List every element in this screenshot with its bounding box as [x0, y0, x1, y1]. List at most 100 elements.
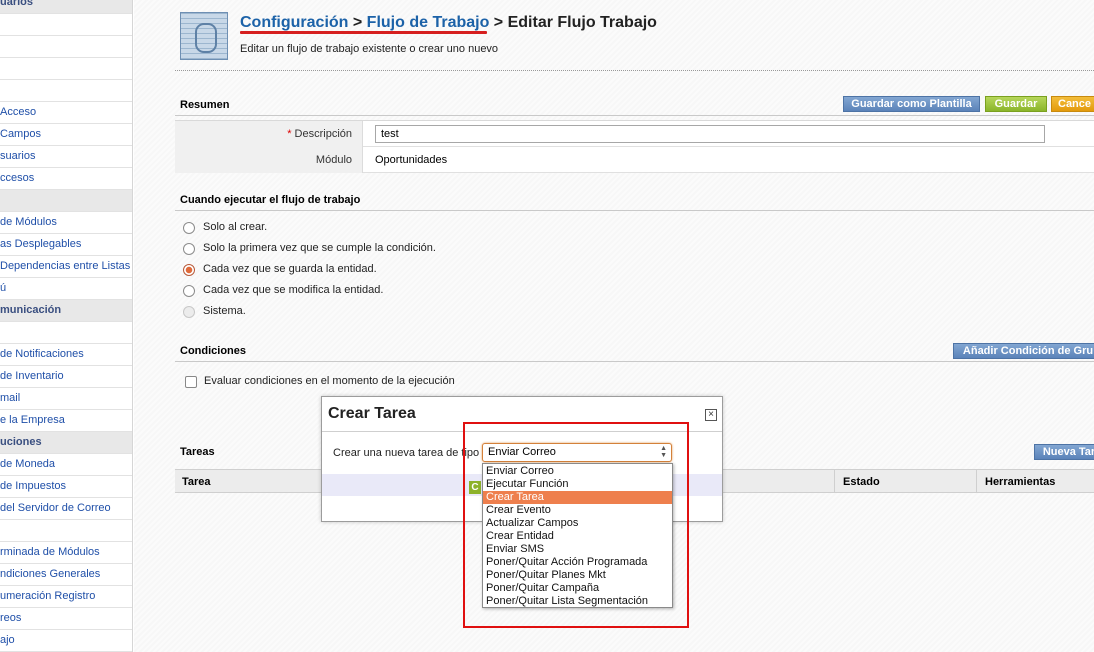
module-row: Módulo Oportunidades	[175, 147, 1094, 173]
save-as-template-button[interactable]: Guardar como Plantilla	[843, 96, 980, 112]
column-header-estado: Estado	[843, 476, 880, 488]
section-divider	[175, 210, 1094, 211]
execution-option-label: Cada vez que se guarda la entidad.	[203, 263, 377, 275]
execution-option-radio[interactable]	[183, 285, 195, 297]
sidebar-item-label: reos	[0, 612, 22, 624]
sidebar-item[interactable]: mail	[0, 388, 132, 410]
title-underline-annotation	[240, 31, 487, 34]
sidebar-item-label: de Inventario	[0, 370, 64, 382]
description-label-text: Descripción	[294, 128, 352, 140]
cancel-button[interactable]: Cance	[1051, 96, 1094, 112]
breadcrumb-separator: >	[489, 14, 508, 31]
sidebar-item[interactable]: suarios	[0, 146, 132, 168]
description-input[interactable]	[375, 125, 1045, 143]
sidebar-item[interactable]: ajo	[0, 630, 132, 652]
sidebar-section-header: uarios	[0, 0, 132, 14]
sidebar-item-label: Dependencias entre Listas	[0, 260, 131, 272]
sidebar-item-label: suarios	[0, 150, 36, 162]
sidebar-section-header: municación	[0, 300, 132, 322]
execution-option-radio	[183, 306, 195, 318]
sidebar-item[interactable]: Acceso	[0, 102, 132, 124]
sidebar-item[interactable]: e la Empresa	[0, 410, 132, 432]
save-button[interactable]: Guardar	[985, 96, 1047, 112]
execution-option-radio[interactable]	[183, 264, 195, 276]
sidebar-item-label: e la Empresa	[0, 414, 65, 426]
breadcrumb-current: Editar Flujo Trabajo	[507, 14, 657, 31]
execution-option-label: Cada vez que se modifica la entidad.	[203, 284, 384, 296]
sidebar-item-label: ccesos	[0, 172, 35, 184]
sidebar-item[interactable]	[0, 58, 132, 80]
sidebar-item[interactable]: umeración Registro	[0, 586, 132, 608]
sidebar-item-label: de Impuestos	[0, 480, 67, 492]
column-header-herramientas: Herramientas	[985, 476, 1056, 488]
execution-option-radio[interactable]	[183, 243, 195, 255]
column-divider	[976, 470, 977, 492]
header-divider	[175, 70, 1094, 71]
sidebar-item[interactable]: ccesos	[0, 168, 132, 190]
sidebar-item-label: mail	[0, 392, 21, 404]
evaluate-conditions-label: Evaluar condiciones en el momento de la …	[204, 375, 455, 387]
summary-form: * Descripción Módulo Oportunidades	[175, 120, 1094, 173]
required-marker: *	[287, 128, 292, 140]
module-value: Oportunidades	[375, 154, 448, 166]
sidebar-item[interactable]: del Servidor de Correo	[0, 498, 132, 520]
sidebar-item[interactable]	[0, 520, 132, 542]
workflow-icon	[180, 12, 228, 60]
execution-option-label: Solo la primera vez que se cumple la con…	[203, 242, 436, 254]
highlight-annotation-box	[463, 422, 689, 628]
sidebar-item-label: de Moneda	[0, 458, 56, 470]
execution-option-radio[interactable]	[183, 222, 195, 234]
sidebar-item[interactable]: as Desplegables	[0, 234, 132, 256]
sidebar-item-label: ajo	[0, 634, 15, 646]
sidebar-item[interactable]: de Moneda	[0, 454, 132, 476]
sidebar-item[interactable]	[0, 80, 132, 102]
dialog-title: Crear Tarea	[328, 405, 416, 422]
execution-option-label: Solo al crear.	[203, 221, 268, 233]
breadcrumb-separator: >	[348, 14, 367, 31]
breadcrumb-flujo-de-trabajo[interactable]: Flujo de Trabajo	[367, 14, 490, 31]
evaluate-conditions-checkbox[interactable]	[185, 376, 197, 388]
sidebar-item-label: rminada de Módulos	[0, 546, 100, 558]
sidebar-section-header	[0, 190, 132, 212]
sidebar-item[interactable]: ú	[0, 278, 132, 300]
column-divider	[834, 470, 835, 492]
description-row: * Descripción	[175, 121, 1094, 147]
task-type-label: Crear una nueva tarea de tipo	[333, 447, 480, 459]
sidebar-item-label: umeración Registro	[0, 590, 96, 602]
sidebar-item[interactable]: Dependencias entre Listas	[0, 256, 132, 278]
sidebar-item-label: as Desplegables	[0, 238, 82, 250]
page-subtitle: Editar un flujo de trabajo existente o c…	[240, 43, 499, 55]
sidebar-item[interactable]: de Notificaciones	[0, 344, 132, 366]
sidebar-item-label: ú	[0, 282, 7, 294]
sidebar-item[interactable]: de Impuestos	[0, 476, 132, 498]
sidebar-item[interactable]: de Inventario	[0, 366, 132, 388]
section-title-condiciones: Condiciones	[180, 345, 247, 357]
sidebar-item[interactable]: reos	[0, 608, 132, 630]
sidebar-item[interactable]	[0, 322, 132, 344]
sidebar-item[interactable]: ndiciones Generales	[0, 564, 132, 586]
sidebar-section-header: uciones	[0, 432, 132, 454]
add-condition-group-button[interactable]: Añadir Condición de Gru	[953, 343, 1094, 359]
sidebar-item-label: de Notificaciones	[0, 348, 84, 360]
description-label: * Descripción	[175, 121, 363, 147]
section-divider	[175, 361, 1094, 362]
sidebar-item-label: Campos	[0, 128, 41, 140]
sidebar-item[interactable]: rminada de Módulos	[0, 542, 132, 564]
new-task-button[interactable]: Nueva Tar	[1034, 444, 1094, 460]
sidebar-item[interactable]: Campos	[0, 124, 132, 146]
section-title-cuando-ejecutar: Cuando ejecutar el flujo de trabajo	[180, 194, 361, 206]
section-title-tareas: Tareas	[180, 446, 215, 458]
sidebar-item[interactable]: de Módulos	[0, 212, 132, 234]
sidebar-item-label: Acceso	[0, 106, 37, 118]
sidebar-item-label: del Servidor de Correo	[0, 502, 111, 514]
close-icon[interactable]: ×	[705, 409, 717, 421]
section-title-resumen: Resumen	[180, 99, 230, 111]
execution-option-label: Sistema.	[203, 305, 246, 317]
sidebar-item[interactable]	[0, 36, 132, 58]
sidebar-item-label: municación	[0, 304, 62, 316]
sidebar-item-label: uarios	[0, 0, 34, 8]
sidebar-item[interactable]	[0, 14, 132, 36]
column-header-tarea: Tarea	[182, 476, 211, 488]
module-label: Módulo	[175, 147, 363, 173]
breadcrumb-configuracion[interactable]: Configuración	[240, 14, 348, 31]
